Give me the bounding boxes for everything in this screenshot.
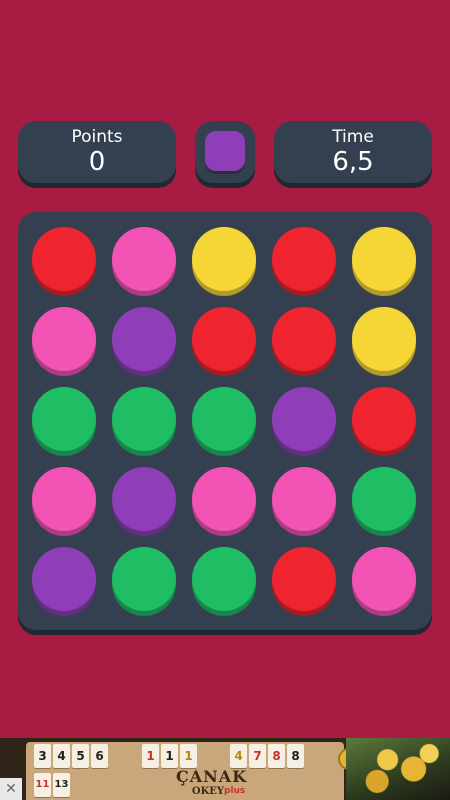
time-panel: Time 6,5 xyxy=(274,121,432,183)
ad-tile: 5 xyxy=(72,744,89,768)
dot-red[interactable] xyxy=(352,387,416,451)
dot-pink[interactable] xyxy=(272,467,336,531)
dot-green[interactable] xyxy=(352,467,416,531)
points-value: 0 xyxy=(88,147,106,177)
dot-green[interactable] xyxy=(112,547,176,611)
ad-tile: 8 xyxy=(268,744,285,768)
target-color-swatch xyxy=(205,131,245,171)
ad-logo-title: ÇANAK xyxy=(176,767,248,786)
dot-red[interactable] xyxy=(272,307,336,371)
dot-purple[interactable] xyxy=(32,547,96,611)
dot-green[interactable] xyxy=(112,387,176,451)
gold-coins-image[interactable] xyxy=(346,738,450,800)
ad-tile: 13 xyxy=(53,773,70,797)
dot-pink[interactable] xyxy=(112,227,176,291)
target-color-panel xyxy=(195,121,255,183)
dot-yellow[interactable] xyxy=(352,307,416,371)
ad-tile: 1 xyxy=(142,744,159,768)
dot-pink[interactable] xyxy=(192,467,256,531)
ad-tile-rack[interactable]: ÇANAK OKEY plus 3 4 5 6 1 1 1 4 7 8 8 11 13 xyxy=(26,742,360,800)
ad-tile: 11 xyxy=(34,773,51,797)
dot-green[interactable] xyxy=(192,547,256,611)
ad-tile: 4 xyxy=(230,744,247,768)
dot-red[interactable] xyxy=(32,227,96,291)
dot-red[interactable] xyxy=(192,307,256,371)
ad-tile: 8 xyxy=(287,744,304,768)
ad-tile: 6 xyxy=(91,744,108,768)
dot-red[interactable] xyxy=(272,547,336,611)
dot-purple[interactable] xyxy=(272,387,336,451)
dot-pink[interactable] xyxy=(32,307,96,371)
ad-tile: 1 xyxy=(161,744,178,768)
time-label: Time xyxy=(332,127,374,147)
dot-red[interactable] xyxy=(272,227,336,291)
points-label: Points xyxy=(71,127,123,147)
dot-pink[interactable] xyxy=(352,547,416,611)
dot-yellow[interactable] xyxy=(192,227,256,291)
game-board xyxy=(18,212,432,630)
ad-tile: 3 xyxy=(34,744,51,768)
ad-banner[interactable]: ÇANAK OKEY plus 3 4 5 6 1 1 1 4 7 8 8 11 13 ✕ xyxy=(0,738,450,800)
ad-tile: 1 xyxy=(180,744,197,768)
dot-purple[interactable] xyxy=(112,307,176,371)
dot-green[interactable] xyxy=(32,387,96,451)
dot-yellow[interactable] xyxy=(352,227,416,291)
dot-purple[interactable] xyxy=(112,467,176,531)
points-panel: Points 0 xyxy=(18,121,176,183)
time-value: 6,5 xyxy=(332,147,374,177)
ad-tile: 4 xyxy=(53,744,70,768)
ad-logo-plus: plus xyxy=(224,786,246,796)
dot-green[interactable] xyxy=(192,387,256,451)
close-icon[interactable]: ✕ xyxy=(0,778,22,800)
dot-pink[interactable] xyxy=(32,467,96,531)
ad-tile: 7 xyxy=(249,744,266,768)
